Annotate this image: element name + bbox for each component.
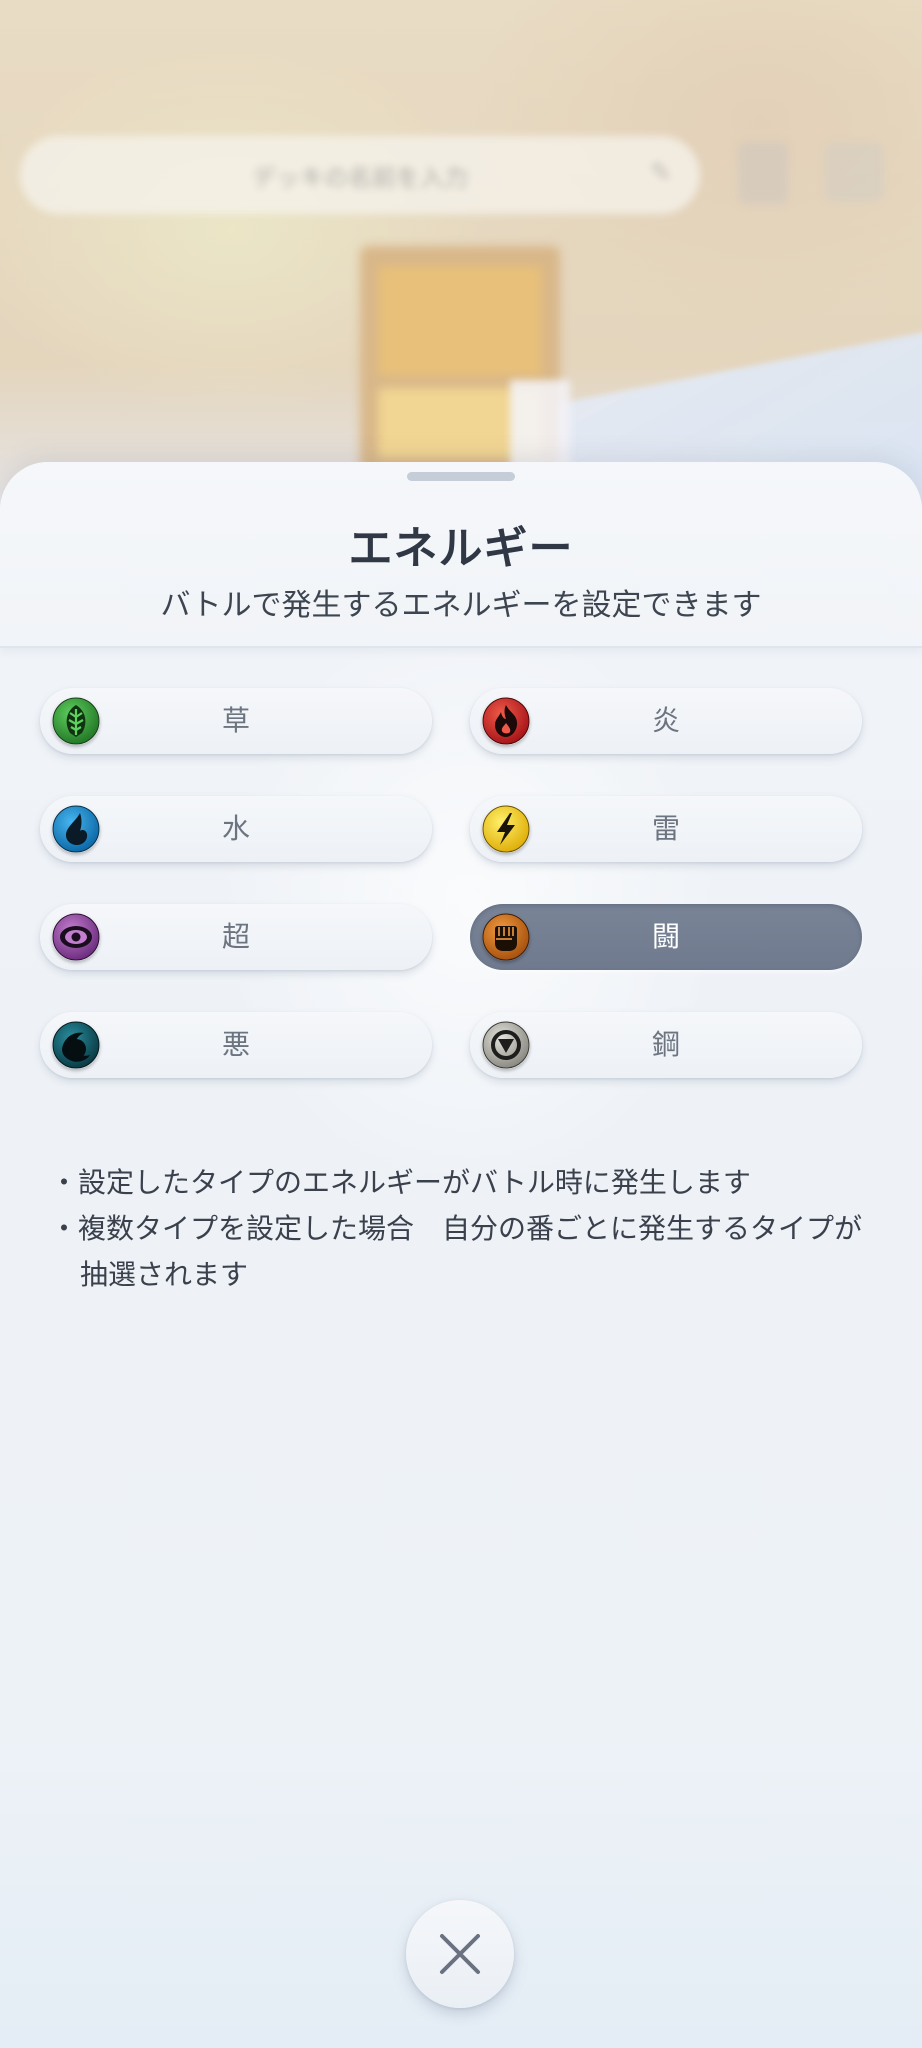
pencil-icon: ✎: [650, 158, 672, 188]
note-line: ・設定したタイプのエネルギーがバトル時に発生します: [50, 1166, 751, 1199]
energy-label: 草: [221, 704, 250, 737]
energy-label: 悪: [221, 1028, 250, 1061]
energy-button-psychic[interactable]: 超: [40, 904, 432, 970]
deck-name-placeholder: デッキの名前を入力: [252, 163, 468, 192]
energy-button-fighting[interactable]: 闘: [470, 904, 862, 970]
energy-label: 炎: [651, 704, 680, 737]
trash-icon: [738, 142, 788, 204]
deck-name-field: デッキの名前を入力 ✎: [20, 136, 700, 214]
background-screen: デッキの名前を入力 ✎: [0, 0, 922, 520]
card-art: [378, 266, 542, 376]
energy-label: 鋼: [651, 1028, 680, 1061]
close-icon: [824, 142, 884, 202]
energy-button-darkness[interactable]: 悪: [40, 1012, 432, 1078]
note-line: ・複数タイプを設定した場合 自分の番ごとに発生するタイプが抽選されます: [50, 1212, 863, 1291]
energy-button-fire[interactable]: 炎: [470, 688, 862, 754]
energy-label: 闘: [651, 920, 680, 953]
energy-settings-sheet: エネルギー バトルで発生するエネルギーを設定できます 草 炎 水 雷 超 闘 悪…: [0, 462, 922, 2048]
energy-button-lightning[interactable]: 雷: [470, 796, 862, 862]
energy-notes: ・設定したタイプのエネルギーがバトル時に発生します ・複数タイプを設定した場合 …: [50, 1160, 880, 1298]
close-icon: [440, 1934, 480, 1974]
energy-label: 雷: [651, 812, 680, 845]
energy-type-grid: 草 炎 水 雷 超 闘 悪 鋼: [0, 462, 922, 1162]
energy-button-metal[interactable]: 鋼: [470, 1012, 862, 1078]
energy-button-grass[interactable]: 草: [40, 688, 432, 754]
energy-button-water[interactable]: 水: [40, 796, 432, 862]
energy-label: 水: [221, 812, 250, 845]
energy-label: 超: [221, 920, 250, 953]
close-button[interactable]: [406, 1900, 514, 2008]
